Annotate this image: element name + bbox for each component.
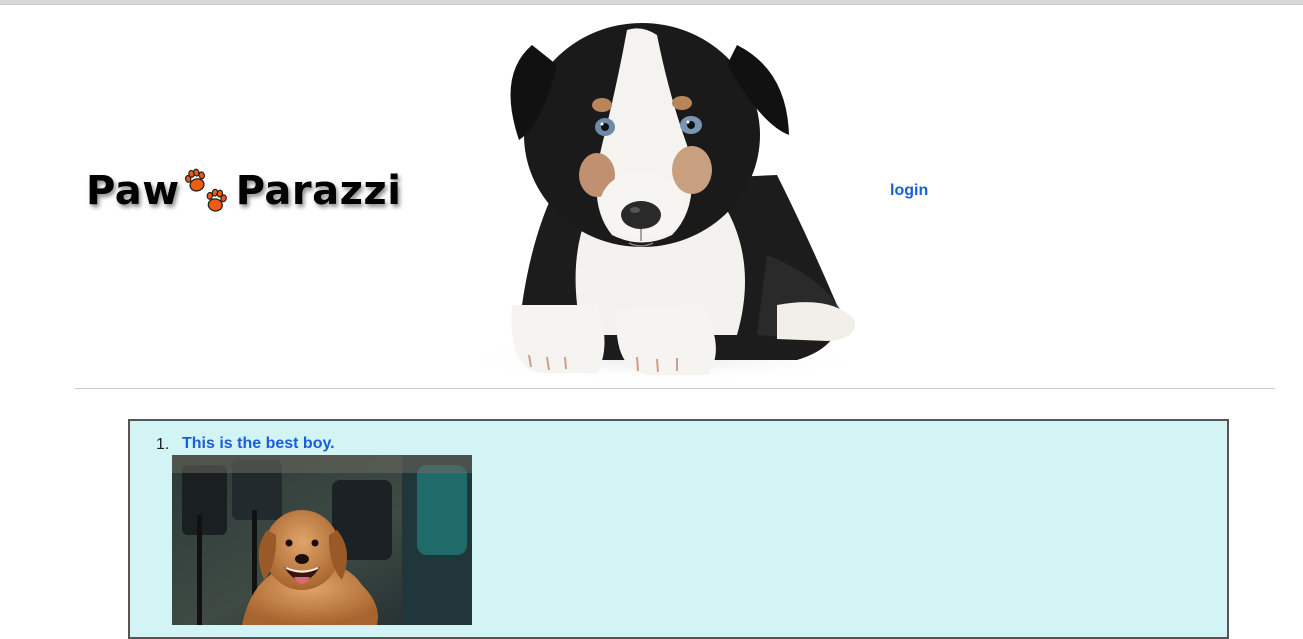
logo-text-parazzi: Parazzi (235, 168, 402, 214)
login-link[interactable]: login (890, 182, 928, 200)
site-logo[interactable]: Paw Parazzi (86, 163, 401, 219)
hero-puppy-image (437, 5, 885, 382)
site-header: Paw Parazzi login (0, 5, 1303, 388)
logo-text-paw: Paw (86, 168, 180, 214)
paw-prints-icon (182, 167, 234, 215)
post-number: 1. (156, 436, 170, 453)
post-photo[interactable] (172, 455, 472, 625)
photo-feed: 1. This is the best boy. (128, 419, 1229, 639)
post-title-link[interactable]: This is the best boy. (182, 435, 335, 453)
header-divider (75, 388, 1275, 389)
